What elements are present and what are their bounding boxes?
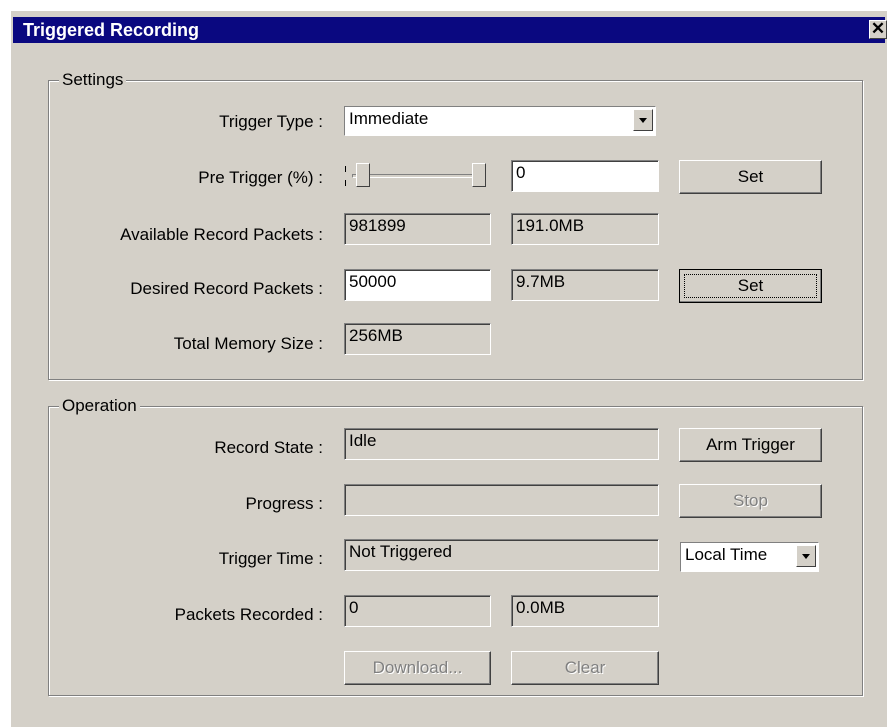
available-packets-value: 981899 xyxy=(349,216,406,235)
time-mode-select[interactable]: Local Time xyxy=(680,542,819,572)
trigger-type-label: Trigger Type : xyxy=(219,112,323,131)
trigger-type-value: Immediate xyxy=(349,109,429,128)
chevron-down-icon[interactable] xyxy=(633,109,653,131)
pre-trigger-input[interactable]: 0 xyxy=(511,160,659,192)
pre-trigger-slider-track[interactable] xyxy=(352,174,482,178)
arm-trigger-button[interactable]: Arm Trigger xyxy=(679,428,822,462)
available-packets-field: 981899 xyxy=(344,213,491,245)
desired-packets-input[interactable]: 50000 xyxy=(344,269,491,301)
download-button[interactable]: Download... xyxy=(344,651,491,685)
trigger-time-value: Not Triggered xyxy=(349,542,452,561)
available-size-field: 191.0MB xyxy=(511,213,659,245)
operation-legend: Operation xyxy=(59,396,140,416)
pre-trigger-slider-end xyxy=(472,163,486,187)
stop-label: Stop xyxy=(733,491,768,510)
set-label: Set xyxy=(737,276,764,295)
packets-recorded-value: 0 xyxy=(349,598,359,617)
desired-set-button[interactable]: Set xyxy=(679,269,822,303)
close-icon: ✕ xyxy=(870,19,886,38)
total-memory-label: Total Memory Size : xyxy=(173,334,323,353)
total-memory-value: 256MB xyxy=(349,326,403,345)
clear-button[interactable]: Clear xyxy=(511,651,659,685)
slider-tick xyxy=(345,180,346,186)
record-state-label: Record State : xyxy=(214,438,323,457)
trigger-time-label: Trigger Time : xyxy=(218,549,323,568)
slider-tick xyxy=(345,166,346,172)
stop-button[interactable]: Stop xyxy=(679,484,822,518)
time-mode-value: Local Time xyxy=(685,545,768,564)
arm-trigger-label: Arm Trigger xyxy=(706,435,795,454)
set-label: Set xyxy=(737,167,764,186)
close-button[interactable]: ✕ xyxy=(869,20,887,39)
recorded-size-value: 0.0MB xyxy=(516,598,566,617)
desired-packets-value: 50000 xyxy=(349,272,397,291)
window-title: Triggered Recording xyxy=(23,20,200,40)
trigger-time-field: Not Triggered xyxy=(344,539,659,571)
clear-label: Clear xyxy=(564,658,606,677)
record-state-field: Idle xyxy=(344,428,659,460)
settings-legend: Settings xyxy=(59,70,127,90)
desired-size-field: 9.7MB xyxy=(511,269,659,301)
pre-trigger-label: Pre Trigger (%) : xyxy=(198,168,323,187)
recorded-size-field: 0.0MB xyxy=(511,595,659,627)
pre-trigger-value: 0 xyxy=(516,163,526,182)
packets-recorded-label: Packets Recorded : xyxy=(174,605,323,624)
available-size-value: 191.0MB xyxy=(516,216,585,235)
chevron-down-icon[interactable] xyxy=(796,545,816,567)
desired-packets-label: Desired Record Packets : xyxy=(130,279,323,298)
available-packets-label: Available Record Packets : xyxy=(120,225,323,244)
trigger-type-select[interactable]: Immediate xyxy=(344,106,656,136)
title-bar[interactable]: Triggered Recording ✕ xyxy=(13,17,887,43)
download-label: Download... xyxy=(372,658,463,677)
desired-size-value: 9.7MB xyxy=(516,272,566,291)
total-memory-field: 256MB xyxy=(344,323,491,355)
pre-trigger-set-button[interactable]: Set xyxy=(679,160,822,194)
record-state-value: Idle xyxy=(349,431,377,450)
packets-recorded-field: 0 xyxy=(344,595,491,627)
pre-trigger-slider-thumb[interactable] xyxy=(356,163,370,187)
progress-label: Progress : xyxy=(245,494,323,513)
progress-bar xyxy=(344,484,659,516)
